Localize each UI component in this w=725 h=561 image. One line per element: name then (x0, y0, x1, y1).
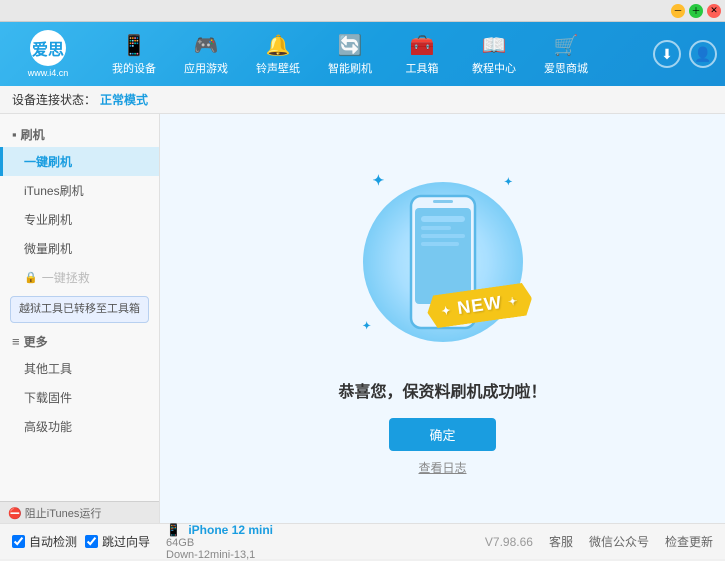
lock-icon: 🔒 (24, 271, 38, 284)
nav-label-ringtones: 铃声壁纸 (256, 60, 300, 76)
sidebar-item-pro-flash[interactable]: 专业刷机 (0, 205, 159, 234)
maximize-button[interactable]: ＋ (689, 4, 703, 18)
nav-label-tutorial: 教程中心 (472, 60, 516, 76)
sparkle-3: ✦ (363, 321, 371, 332)
nav-items: 📱 我的设备 🎮 应用游戏 🔔 铃声壁纸 🔄 智能刷机 🧰 工具箱 📖 教程中心… (98, 25, 653, 84)
bottom-bar: 自动检测 跳过向导 📱 iPhone 12 mini 64GB Down-12m… (0, 523, 725, 559)
title-bar: － ＋ ✕ (0, 0, 725, 22)
device-storage: 64GB (166, 537, 273, 549)
skip-wizard-checkbox[interactable] (85, 535, 98, 548)
device-icon: 📱 (166, 523, 181, 537)
header: 爱思 www.i4.cn 📱 我的设备 🎮 应用游戏 🔔 铃声壁纸 🔄 智能刷机… (0, 22, 725, 86)
ringtone-nav-icon: 🔔 (266, 33, 291, 58)
main-content: ✦ ✦ ✦ ✦ NEW (160, 114, 725, 523)
close-button[interactable]: ✕ (707, 4, 721, 18)
skip-wizard-label[interactable]: 跳过向导 (102, 533, 150, 550)
nav-label-mall: 爱思商城 (544, 60, 588, 76)
itunes-bar[interactable]: ⛔ 阻止iTunes运行 (0, 501, 160, 523)
status-bar: 设备连接状态： 正常模式 (0, 86, 725, 114)
nav-item-tutorial[interactable]: 📖 教程中心 (458, 25, 530, 84)
customer-service-link[interactable]: 客服 (549, 533, 573, 550)
apps-nav-icon: 🎮 (194, 33, 219, 58)
toolbox-nav-icon: 🧰 (410, 33, 435, 58)
logo-icon: 爱思 (30, 30, 66, 66)
nav-item-apps-games[interactable]: 🎮 应用游戏 (170, 25, 242, 84)
more-section-icon: ≡ (12, 334, 20, 349)
sidebar-notice: 越狱工具已转移至工具箱 (10, 296, 149, 323)
new-ribbon: ✦ NEW ✦ (427, 289, 532, 322)
sidebar-item-download-firmware[interactable]: 下载固件 (0, 383, 159, 412)
nav-item-mall[interactable]: 🛒 爱思商城 (530, 25, 602, 84)
nav-item-toolbox[interactable]: 🧰 工具箱 (386, 25, 458, 84)
minimize-button[interactable]: － (671, 4, 685, 18)
skip-wizard-group: 跳过向导 (85, 533, 150, 550)
more-section-label: 更多 (24, 333, 48, 350)
phone-illustration: ✦ ✦ ✦ ✦ NEW (343, 162, 543, 362)
flash-section-label: 刷机 (21, 126, 45, 143)
bottom-right: V7.98.66 客服 微信公众号 检查更新 (485, 533, 713, 550)
nav-right: ⬇ 👤 (653, 40, 717, 68)
auto-detect-checkbox[interactable] (12, 535, 25, 548)
nav-item-smart-flash[interactable]: 🔄 智能刷机 (314, 25, 386, 84)
device-nav-icon: 📱 (122, 33, 147, 58)
sidebar-item-other-tools[interactable]: 其他工具 (0, 354, 159, 383)
check-update-link[interactable]: 检查更新 (665, 533, 713, 550)
sidebar-item-itunes-flash[interactable]: iTunes刷机 (0, 176, 159, 205)
smart-flash-nav-icon: 🔄 (338, 33, 363, 58)
device-name[interactable]: iPhone 12 mini (188, 523, 273, 537)
sidebar-disabled-rescue: 🔒 一键拯救 (0, 263, 159, 292)
app-body: ▪ 刷机 一键刷机 iTunes刷机 专业刷机 微量刷机 🔒 一键拯救 越狱工具… (0, 114, 725, 523)
nav-item-ringtones[interactable]: 🔔 铃声壁纸 (242, 25, 314, 84)
sidebar-item-brush-flash[interactable]: 微量刷机 (0, 234, 159, 263)
bottom-left: 自动检测 跳过向导 📱 iPhone 12 mini 64GB Down-12m… (12, 523, 273, 561)
nav-label-my-device: 我的设备 (112, 60, 156, 76)
status-label: 设备连接状态： (12, 91, 96, 108)
sidebar-item-advanced[interactable]: 高级功能 (0, 412, 159, 441)
new-badge: ✦ NEW ✦ (425, 281, 534, 328)
sidebar-section-flash: ▪ 刷机 (0, 120, 159, 147)
sparkle-1: ✦ (373, 172, 385, 189)
nav-label-smart-flash: 智能刷机 (328, 60, 372, 76)
secondary-link[interactable]: 查看日志 (418, 459, 466, 476)
wechat-official-link[interactable]: 微信公众号 (589, 533, 649, 550)
auto-detect-label[interactable]: 自动检测 (29, 533, 77, 550)
device-info: 📱 iPhone 12 mini 64GB Down-12mini-13,1 (166, 523, 273, 561)
sidebar-item-one-key-flash[interactable]: 一键刷机 (0, 147, 159, 176)
logo-area: 爱思 www.i4.cn (8, 30, 88, 78)
download-button[interactable]: ⬇ (653, 40, 681, 68)
nav-label-toolbox: 工具箱 (406, 60, 439, 76)
confirm-button[interactable]: 确定 (389, 418, 495, 451)
sidebar: ▪ 刷机 一键刷机 iTunes刷机 专业刷机 微量刷机 🔒 一键拯救 越狱工具… (0, 114, 160, 523)
device-model: Down-12mini-13,1 (166, 549, 273, 561)
logo-url: www.i4.cn (28, 68, 69, 78)
success-text: 恭喜您，保资料刷机成功啦！ (338, 378, 546, 402)
flash-section-icon: ▪ (12, 127, 17, 142)
mall-nav-icon: 🛒 (554, 33, 579, 58)
sidebar-section-more: ≡ 更多 (0, 327, 159, 354)
user-button[interactable]: 👤 (689, 40, 717, 68)
status-value: 正常模式 (100, 91, 148, 108)
tutorial-nav-icon: 📖 (482, 33, 507, 58)
nav-label-apps-games: 应用游戏 (184, 60, 228, 76)
sparkle-2: ✦ (504, 177, 512, 188)
auto-detect-group: 自动检测 (12, 533, 77, 550)
nav-item-my-device[interactable]: 📱 我的设备 (98, 25, 170, 84)
version-text: V7.98.66 (485, 535, 533, 549)
